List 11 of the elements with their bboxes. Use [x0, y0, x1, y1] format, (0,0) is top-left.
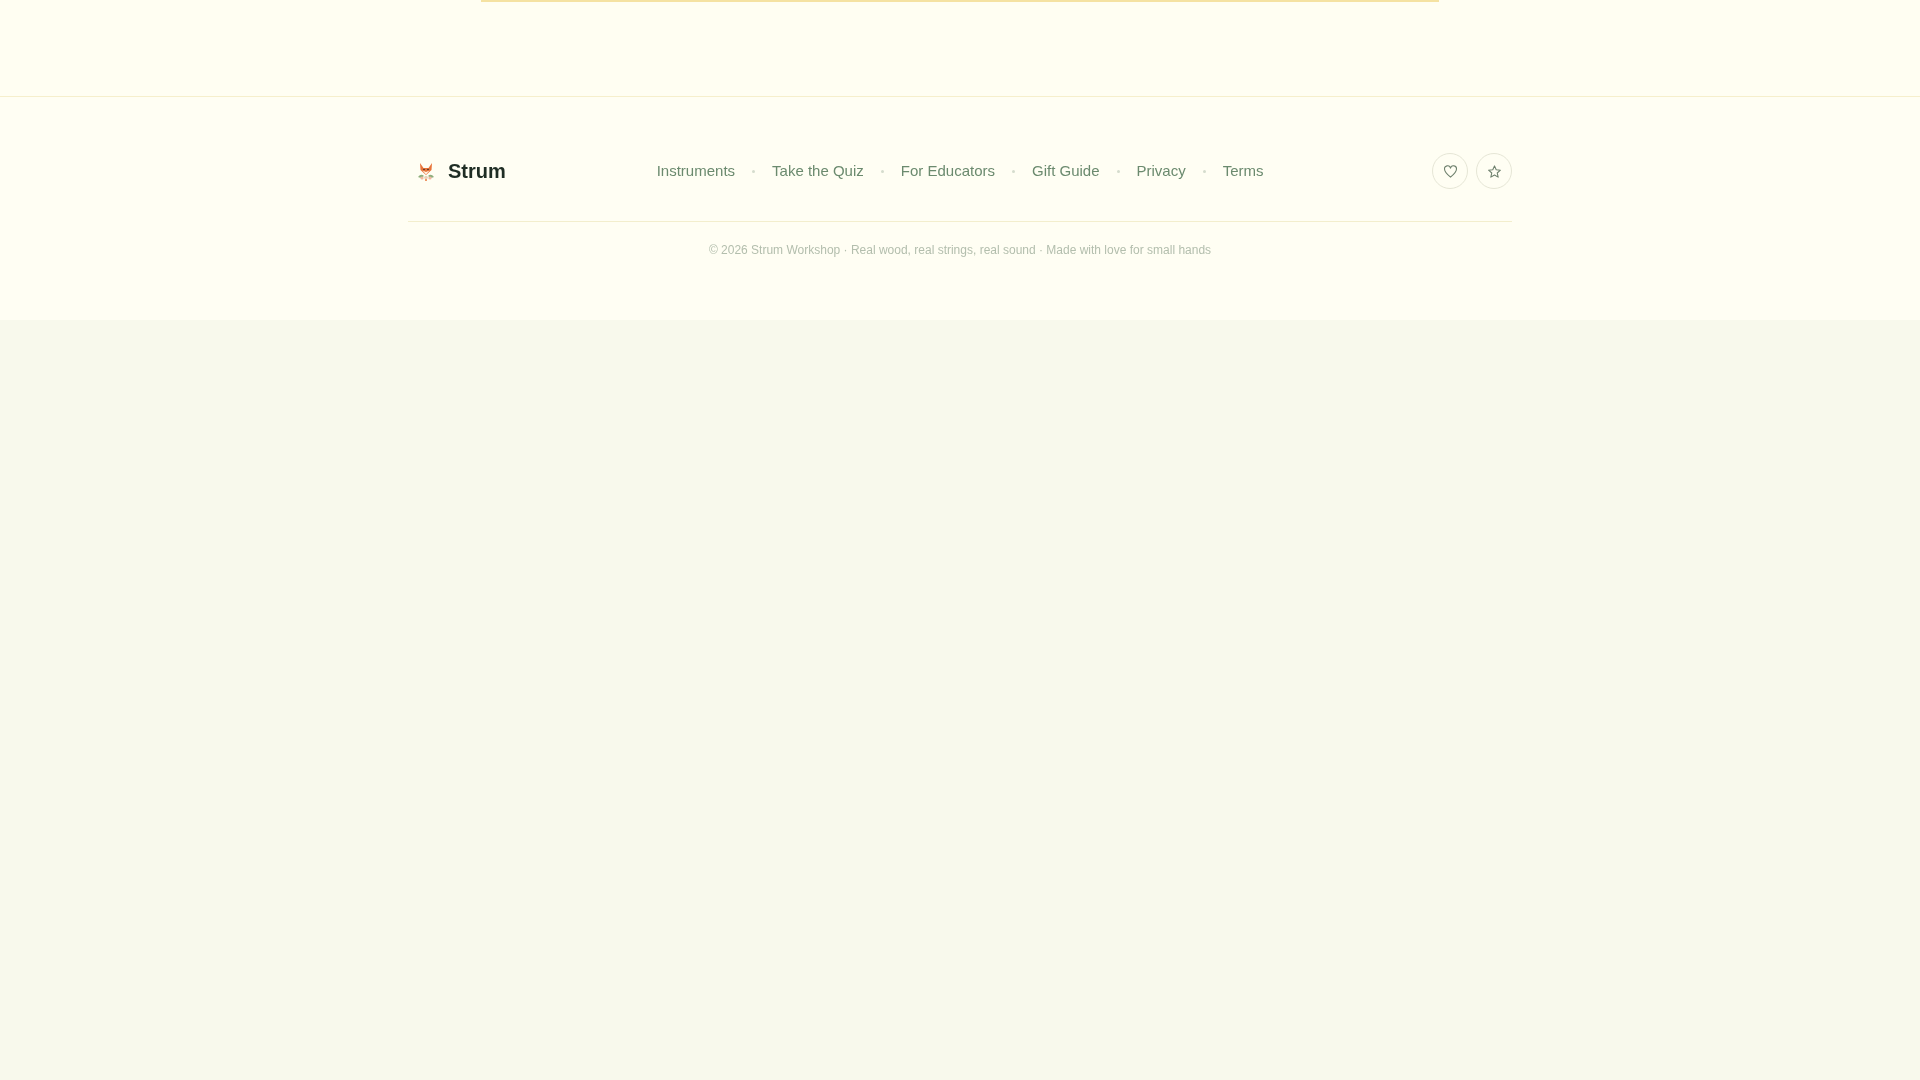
star-icon [1487, 164, 1501, 178]
footer-link[interactable]: Gift Guide [1032, 162, 1100, 180]
brand-name: Strum [448, 161, 506, 181]
footer-link[interactable]: Privacy [1136, 162, 1186, 180]
footer-link[interactable]: For Educators [900, 162, 995, 180]
copyright-text: © 2026 Strum Workshop · Real wood, real strings, real sound · Made with love for small hands [707, 242, 1213, 259]
footer-link[interactable]: Take the Quiz [772, 162, 864, 180]
fox-icon [416, 161, 436, 181]
footer-link[interactable]: Terms [1222, 162, 1264, 180]
footer-link[interactable]: Instruments [656, 162, 736, 180]
heart-icon [1443, 164, 1457, 178]
